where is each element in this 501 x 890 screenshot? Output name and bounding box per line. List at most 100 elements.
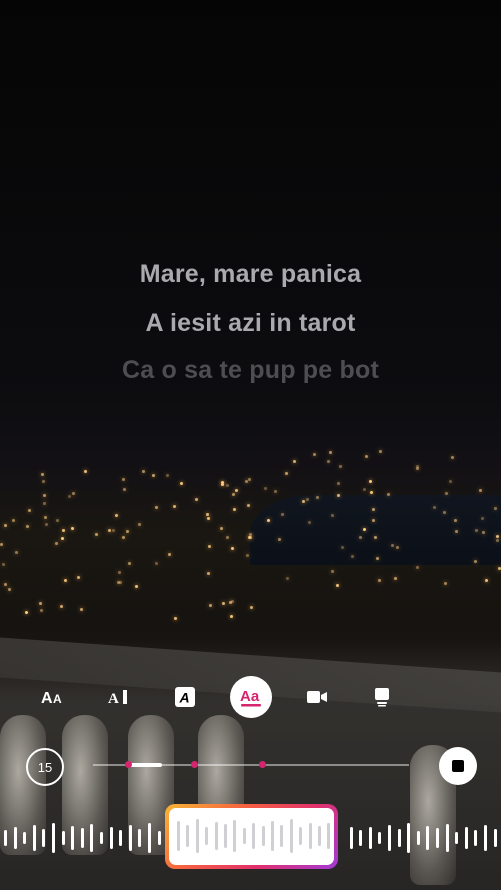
text-size-style-icon: A A (41, 690, 62, 706)
waveform-bar (318, 826, 321, 846)
stop-button[interactable] (439, 747, 477, 785)
waveform-bar (32, 825, 36, 851)
city-light (25, 610, 29, 614)
city-light (274, 489, 278, 493)
city-light (107, 529, 111, 533)
city-light (449, 479, 453, 483)
waveform-bar (61, 831, 65, 845)
city-light (478, 488, 482, 492)
waveform-bar (493, 829, 497, 847)
stop-icon (452, 760, 464, 772)
text-underline-style-button[interactable]: Aa (230, 676, 272, 718)
waveform-bar (308, 823, 312, 849)
lyric-marker (191, 761, 198, 768)
city-light (220, 526, 224, 530)
waveform-bar (90, 824, 94, 852)
waveform-bar (407, 823, 411, 853)
waveform-bar (378, 832, 382, 844)
waveform-bar (4, 830, 7, 846)
city-light (165, 474, 169, 478)
progress-fill (127, 763, 162, 767)
city-light (172, 504, 176, 508)
city-light (278, 537, 282, 541)
city-light (307, 521, 311, 525)
city-light (39, 608, 43, 612)
city-light (454, 529, 458, 533)
city-light (336, 493, 340, 497)
waveform-bar (359, 830, 363, 846)
city-light (245, 554, 249, 558)
lyric-marker (259, 761, 266, 768)
waveform-bar (233, 820, 237, 852)
city-light (331, 513, 335, 517)
waveform-bar (368, 827, 372, 849)
city-light (230, 599, 234, 603)
text-cursor-style-button[interactable]: A (99, 676, 141, 718)
city-light (12, 518, 16, 522)
city-light (362, 528, 366, 532)
waveform-bar (224, 824, 227, 848)
city-light (180, 481, 184, 485)
city-light (249, 605, 253, 609)
text-boxed-style-icon: A (175, 687, 195, 707)
waveform-bar (327, 823, 331, 849)
waveform-bar (205, 827, 209, 845)
city-light (54, 541, 58, 545)
waveform-bar (426, 826, 430, 850)
waveform-bar (52, 823, 55, 853)
lyric-line-2: A iesit azi in tarot (145, 309, 356, 337)
waveform-bar (271, 821, 274, 851)
city-light (390, 543, 394, 547)
clip-selector[interactable] (165, 804, 338, 869)
city-light (377, 578, 381, 582)
svg-text:Aa: Aa (240, 688, 260, 705)
waveform-bar (128, 825, 132, 851)
waveform-bar (397, 829, 401, 847)
lyric-line-3: Ca o sa te pup pe bot (122, 356, 379, 384)
city-light (225, 483, 229, 487)
clip-selector-waveform (169, 808, 334, 865)
waveform-bar (42, 829, 46, 847)
text-underline-style-icon: Aa (240, 688, 261, 707)
city-light (248, 532, 252, 536)
waveform-bar (119, 830, 123, 846)
city-light (1, 562, 5, 566)
city-light (206, 516, 210, 520)
city-light (79, 608, 83, 612)
city-light (194, 497, 198, 501)
city-light (387, 492, 391, 496)
svg-text:A: A (179, 690, 190, 706)
city-light (173, 616, 177, 620)
text-boxed-style-button[interactable]: A (164, 676, 206, 718)
lyrics-style-toolbar: A A A A Aa (0, 676, 501, 718)
waveform-bar (138, 829, 142, 847)
video-style-button[interactable] (296, 676, 338, 718)
city-light (43, 501, 47, 505)
lyric-line-1: Mare, mare panica (139, 260, 362, 288)
waveform-bar (280, 825, 284, 847)
city-light (432, 506, 436, 510)
city-light (117, 570, 121, 574)
duration-button[interactable]: 15 (26, 748, 64, 786)
city-light (445, 491, 449, 495)
city-light (44, 522, 48, 526)
city-light (312, 452, 316, 456)
city-light (235, 488, 238, 492)
card-style-button[interactable] (361, 676, 403, 718)
city-light (225, 535, 229, 539)
svg-text:A: A (108, 691, 119, 706)
waveform-bar (349, 827, 353, 849)
svg-text:A: A (41, 690, 53, 706)
city-light (415, 466, 419, 470)
text-size-style-button[interactable]: A A (33, 676, 75, 718)
city-light (94, 532, 98, 536)
city-light (41, 480, 45, 484)
waveform-bar (195, 819, 199, 853)
city-light (111, 528, 115, 532)
text-cursor-style-icon: A (108, 690, 127, 706)
city-light (370, 490, 374, 494)
svg-text:A: A (53, 692, 62, 706)
waveform-bar (13, 827, 17, 849)
waveform-bar (388, 825, 391, 851)
city-light (62, 528, 66, 532)
